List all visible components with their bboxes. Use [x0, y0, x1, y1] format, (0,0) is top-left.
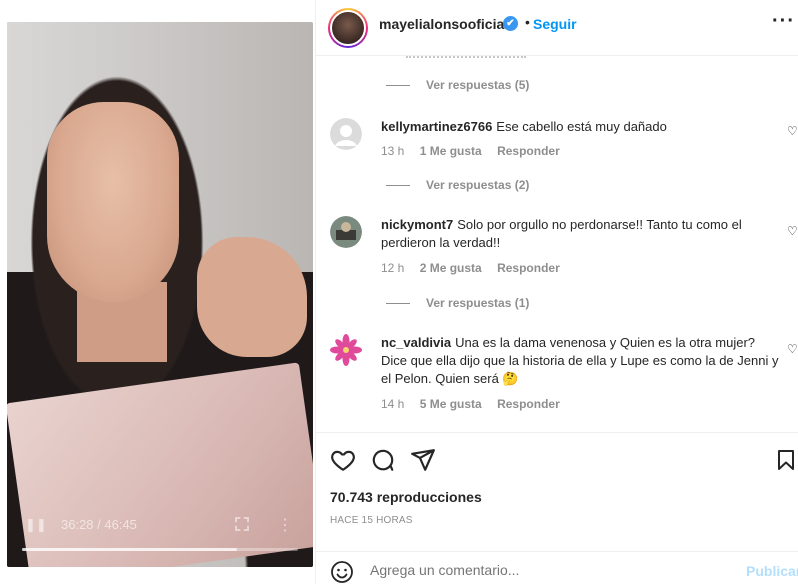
replies-line — [386, 303, 410, 305]
view-replies-label: Ver respuestas (5) — [426, 78, 530, 92]
video-progress-bar[interactable] — [22, 548, 298, 551]
like-heart-icon[interactable] — [330, 447, 358, 475]
share-paper-plane-icon[interactable] — [410, 447, 438, 475]
video-figure-face — [47, 102, 179, 302]
like-comment-heart-icon[interactable]: ♡ — [787, 224, 798, 238]
media-area: ❚❚ 36:28 / 46:45 ⋮ — [0, 0, 315, 584]
like-comment-heart-icon[interactable]: ♡ — [787, 342, 798, 356]
publish-button[interactable]: Publicar — [746, 563, 798, 579]
video-controls: ❚❚ 36:28 / 46:45 ⋮ — [7, 507, 313, 547]
author-username[interactable]: mayelialonsooficial — [379, 16, 508, 32]
fullscreen-icon[interactable] — [235, 517, 249, 531]
video-figure-hand — [197, 237, 307, 357]
post-timestamp[interactable]: HACE 15 HORAS — [330, 515, 413, 526]
comment-body: nc_valdivia Una es la dama venenosa y Qui… — [381, 334, 781, 388]
comments-list[interactable]: Ver respuestas (5) kellymartinez6766 Ese … — [316, 56, 798, 432]
comment-username[interactable]: nc_valdivia — [381, 335, 451, 350]
like-comment-heart-icon[interactable]: ♡ — [787, 124, 798, 138]
photo-avatar-icon[interactable] — [330, 216, 362, 248]
comment-meta: 14 h 5 Me gusta Responder — [381, 397, 572, 411]
comment-likes[interactable]: 2 Me gusta — [420, 261, 482, 275]
save-bookmark-icon[interactable] — [774, 447, 798, 475]
view-replies-button[interactable]: Ver respuestas (1) — [386, 296, 529, 310]
post-panel: mayelialonsooficial ✔ • Seguir ··· Ver r… — [315, 0, 798, 584]
comment-meta: 12 h 2 Me gusta Responder — [381, 261, 572, 275]
comment-username[interactable]: nickymont7 — [381, 217, 453, 232]
view-replies-label: Ver respuestas (2) — [426, 178, 530, 192]
view-replies-button[interactable]: Ver respuestas (2) — [386, 178, 529, 192]
comment-time[interactable]: 14 h — [381, 397, 404, 411]
view-replies-label: Ver respuestas (1) — [426, 296, 530, 310]
video-player[interactable]: ❚❚ 36:28 / 46:45 ⋮ — [7, 22, 313, 567]
video-more-icon[interactable]: ⋮ — [277, 515, 293, 535]
comment-meta: 13 h 1 Me gusta Responder — [381, 144, 572, 158]
view-replies-button[interactable]: Ver respuestas (5) — [386, 78, 529, 92]
comment-time[interactable]: 12 h — [381, 261, 404, 275]
reply-button[interactable]: Responder — [497, 261, 560, 275]
replies-line — [386, 185, 410, 187]
comment-likes[interactable]: 5 Me gusta — [420, 397, 482, 411]
comment-body: kellymartinez6766 Ese cabello está muy da… — [381, 118, 781, 136]
comment-username[interactable]: kellymartinez6766 — [381, 119, 492, 134]
views-count[interactable]: 70.743 reproducciones — [330, 489, 482, 505]
default-avatar-icon[interactable] — [330, 118, 362, 150]
follow-button[interactable]: Seguir — [533, 16, 577, 32]
comment-input[interactable] — [370, 562, 710, 578]
instagram-post-view: ❚❚ 36:28 / 46:45 ⋮ mayelialonsooficial ✔… — [0, 0, 798, 584]
video-time: 36:28 / 46:45 — [61, 517, 137, 532]
comment-likes[interactable]: 1 Me gusta — [420, 144, 482, 158]
pause-icon[interactable]: ❚❚ — [25, 517, 47, 532]
video-progress-fill — [22, 548, 238, 551]
comment-text: Ese cabello está muy dañado — [496, 119, 667, 134]
replies-line — [386, 85, 410, 87]
verified-badge-icon: ✔ — [503, 16, 518, 31]
separator-dot: • — [525, 14, 530, 30]
comment-bubble-icon[interactable] — [370, 447, 398, 475]
reply-button[interactable]: Responder — [497, 397, 560, 411]
author-avatar[interactable] — [328, 8, 368, 48]
post-actions: 70.743 reproducciones HACE 15 HORAS Publ… — [316, 432, 798, 584]
add-comment-bar: Publicar — [316, 551, 798, 584]
more-options-icon[interactable]: ··· — [772, 10, 795, 33]
reply-button[interactable]: Responder — [497, 144, 560, 158]
post-header: mayelialonsooficial ✔ • Seguir ··· — [316, 0, 798, 56]
flower-avatar-icon[interactable] — [330, 334, 362, 366]
comment-body: nickymont7 Solo por orgullo no perdonarse… — [381, 216, 781, 252]
emoji-smiley-icon[interactable] — [330, 560, 354, 584]
cut-off-comment-text — [406, 56, 526, 58]
comment-time[interactable]: 13 h — [381, 144, 404, 158]
